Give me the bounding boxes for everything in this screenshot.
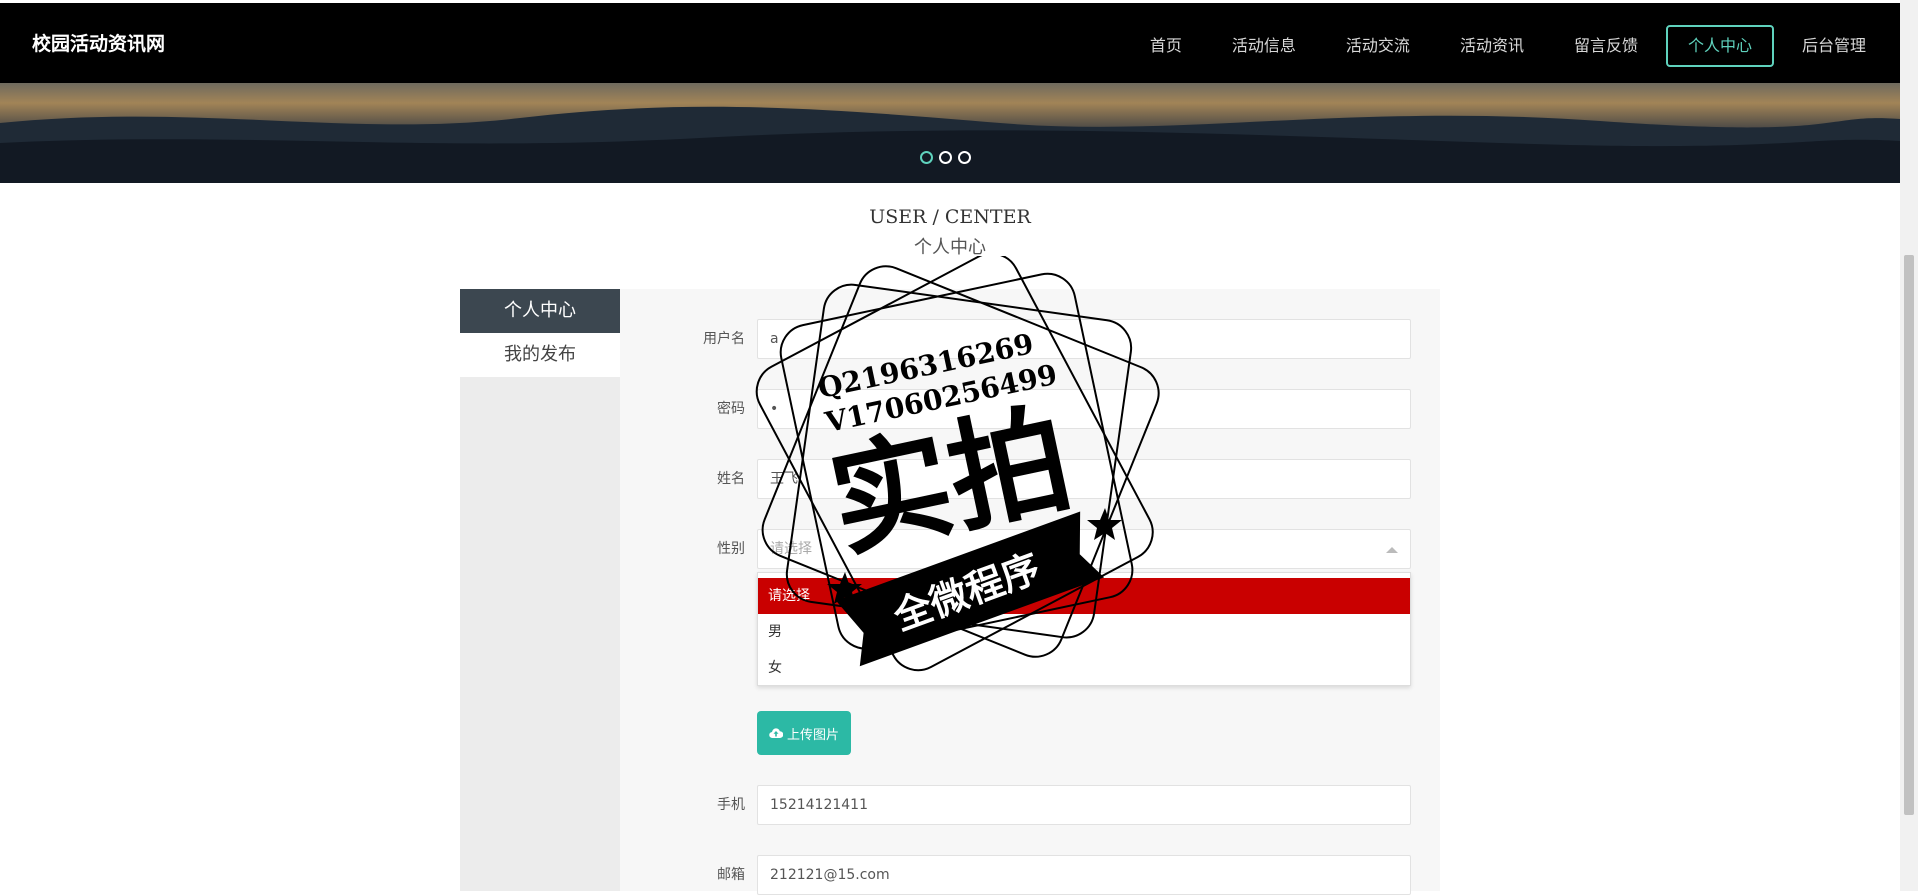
banner-landscape xyxy=(0,106,1900,183)
password-label: 密码 xyxy=(717,401,745,417)
carousel-indicators xyxy=(920,151,971,164)
gender-label: 性别 xyxy=(717,541,745,557)
sidebar-item-my-posts[interactable]: 我的发布 xyxy=(460,333,620,377)
email-row: 邮箱 212121@15.com xyxy=(620,855,1440,895)
name-label: 姓名 xyxy=(717,471,745,487)
caret-up-icon xyxy=(1386,547,1398,553)
carousel-dot-2[interactable] xyxy=(939,151,952,164)
email-label: 邮箱 xyxy=(717,867,745,883)
section-title-en: USER / CENTER xyxy=(869,206,1031,228)
phone-input[interactable]: 15214121411 xyxy=(757,785,1411,825)
nav-item-user-center[interactable]: 个人中心 xyxy=(1665,25,1774,67)
nav-item-feedback[interactable]: 留言反馈 xyxy=(1552,25,1660,67)
username-label: 用户名 xyxy=(703,331,745,347)
nav-item-activity-info[interactable]: 活动信息 xyxy=(1210,25,1318,67)
nav-item-activity-exchange[interactable]: 活动交流 xyxy=(1324,25,1432,67)
site-brand[interactable]: 校园活动资讯网 xyxy=(32,29,165,56)
upload-image-button[interactable]: 上传图片 xyxy=(757,711,851,755)
scrollbar-thumb[interactable] xyxy=(1904,255,1914,815)
carousel-dot-3[interactable] xyxy=(958,151,971,164)
main-nav: 首页 活动信息 活动交流 活动资讯 留言反馈 个人中心 后台管理 xyxy=(1122,25,1888,67)
phone-label: 手机 xyxy=(717,797,745,813)
phone-row: 手机 15214121411 xyxy=(620,785,1440,825)
hero-banner xyxy=(0,83,1900,183)
sidebar-item-user-center[interactable]: 个人中心 xyxy=(460,289,620,333)
nav-item-admin[interactable]: 后台管理 xyxy=(1780,25,1888,67)
carousel-dot-1[interactable] xyxy=(920,151,933,164)
cloud-upload-icon xyxy=(769,728,783,739)
upload-button-label: 上传图片 xyxy=(786,727,839,743)
email-input[interactable]: 212121@15.com xyxy=(757,855,1411,895)
page-scrollbar[interactable] xyxy=(1900,0,1918,891)
nav-item-home[interactable]: 首页 xyxy=(1128,25,1204,67)
nav-item-activity-news[interactable]: 活动资讯 xyxy=(1438,25,1546,67)
user-sidebar: 个人中心 我的发布 xyxy=(460,289,620,891)
top-navbar: 校园活动资讯网 首页 活动信息 活动交流 活动资讯 留言反馈 个人中心 后台管理 xyxy=(0,0,1900,86)
stamp-watermark: Q2196316269 V17060256499 实拍 全微程序 xyxy=(755,256,1160,672)
